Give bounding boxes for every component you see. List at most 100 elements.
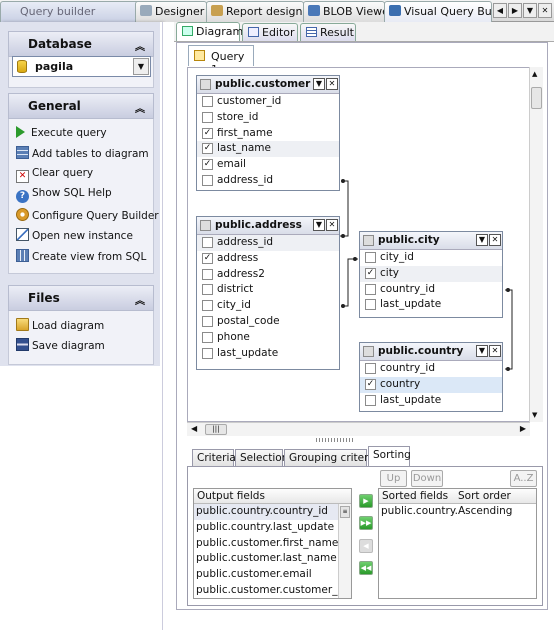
- diagram-vertical-scrollbar[interactable]: ▲ ▼: [529, 67, 543, 422]
- tab-scroll-left-button[interactable]: ◀: [493, 3, 507, 18]
- field-checkbox[interactable]: ✓: [202, 143, 213, 155]
- remove-sort-field-button[interactable]: ◀: [359, 539, 373, 553]
- scroll-down-icon[interactable]: ▼: [532, 411, 537, 419]
- load-diagram-link[interactable]: Load diagram: [16, 318, 104, 336]
- field-checkbox[interactable]: ✓: [365, 267, 376, 279]
- table-field-row[interactable]: last_update: [360, 393, 502, 409]
- field-checkbox[interactable]: [202, 331, 213, 343]
- table-field-row[interactable]: store_id: [197, 110, 339, 126]
- tab-query-1[interactable]: Query 1: [188, 45, 254, 76]
- splitter-grip-horizontal[interactable]: [316, 438, 354, 442]
- field-checkbox[interactable]: [202, 174, 213, 186]
- table-field-row[interactable]: ✓ country: [360, 376, 502, 393]
- table-header[interactable]: public.country ▼ ✕: [360, 343, 502, 361]
- field-checkbox[interactable]: [202, 284, 213, 296]
- field-checkbox[interactable]: [202, 347, 213, 359]
- add-tables-link[interactable]: Add tables to diagram: [16, 146, 149, 164]
- table-address[interactable]: public.address ▼ ✕ address_id ✓ address addre…: [196, 216, 340, 370]
- table-field-row[interactable]: phone: [197, 330, 339, 346]
- scroll-up-icon[interactable]: ▲: [532, 70, 537, 78]
- sorted-fields-list[interactable]: Sorted fieldsSort order public.country.c…: [378, 488, 537, 599]
- tab-editor[interactable]: Editor: [242, 23, 298, 41]
- database-selector[interactable]: pagila ▼: [12, 56, 151, 77]
- save-diagram-link[interactable]: Save diagram: [16, 338, 105, 356]
- select-all-checkbox[interactable]: [200, 220, 211, 231]
- close-icon[interactable]: ✕: [326, 78, 338, 90]
- table-customer[interactable]: public.customer ▼ ✕ customer_id store_id ✓ fi…: [196, 75, 340, 191]
- output-field-item[interactable]: public.country.last_update: [194, 520, 351, 536]
- field-checkbox[interactable]: [202, 315, 213, 327]
- output-field-item[interactable]: public.customer.first_name: [194, 536, 351, 552]
- scroll-thumb[interactable]: ≡: [340, 506, 350, 518]
- scroll-thumb[interactable]: [531, 87, 542, 109]
- table-field-row[interactable]: address2: [197, 267, 339, 283]
- tab-list-button[interactable]: ▼: [523, 3, 537, 18]
- field-checkbox[interactable]: [365, 299, 376, 311]
- field-checkbox[interactable]: [365, 394, 376, 406]
- general-group-header[interactable]: General ︽: [8, 93, 154, 119]
- tab-result[interactable]: Result: [300, 23, 356, 41]
- scroll-right-icon[interactable]: ▶: [520, 424, 526, 433]
- field-checkbox[interactable]: ✓: [202, 159, 213, 171]
- create-view-link[interactable]: Create view from SQL: [16, 249, 146, 267]
- field-checkbox[interactable]: ✓: [202, 252, 213, 264]
- table-field-row[interactable]: country_id: [360, 361, 502, 377]
- table-header[interactable]: public.city ▼ ✕: [360, 232, 502, 250]
- field-checkbox[interactable]: [202, 300, 213, 312]
- table-country[interactable]: public.country ▼ ✕ country_id ✓ country last_…: [359, 342, 503, 412]
- tab-criteria[interactable]: Criteria: [192, 449, 236, 466]
- scroll-thumb[interactable]: |||: [205, 424, 227, 435]
- select-all-checkbox[interactable]: [363, 235, 374, 246]
- table-field-row[interactable]: last_update: [360, 297, 502, 313]
- chevron-down-icon[interactable]: ▼: [133, 58, 149, 75]
- scroll-left-icon[interactable]: ◀: [191, 424, 197, 433]
- field-checkbox[interactable]: [202, 111, 213, 123]
- table-city[interactable]: public.city ▼ ✕ city_id ✓ city country_id last…: [359, 231, 503, 318]
- table-field-row[interactable]: ✓ first_name: [197, 126, 339, 142]
- add-sort-field-button[interactable]: ▶: [359, 494, 373, 508]
- output-field-item[interactable]: public.customer.customer_id: [194, 583, 351, 598]
- table-field-row[interactable]: address_id: [197, 173, 339, 189]
- table-field-row[interactable]: city_id: [197, 298, 339, 314]
- close-icon[interactable]: ✕: [489, 345, 501, 357]
- table-field-row[interactable]: address_id: [197, 235, 339, 251]
- table-field-row[interactable]: country_id: [360, 282, 502, 298]
- field-checkbox[interactable]: [365, 252, 376, 263]
- field-checkbox[interactable]: ✓: [202, 127, 213, 139]
- tab-blob-viewer[interactable]: BLOB Viewer: [303, 1, 385, 22]
- configure-query-builder-link[interactable]: Configure Query Builder: [16, 208, 159, 226]
- files-group-header[interactable]: Files ︽: [8, 285, 154, 311]
- field-checkbox[interactable]: [202, 268, 213, 280]
- output-field-item[interactable]: public.customer.email: [194, 567, 351, 583]
- tab-report-designer[interactable]: Report designer: [206, 1, 304, 22]
- sort-alphabetically-button[interactable]: A..Z: [510, 470, 537, 487]
- clear-query-link[interactable]: ✕ Clear query: [16, 167, 93, 185]
- output-field-item[interactable]: public.country.country_id: [194, 504, 351, 520]
- output-fields-list[interactable]: Output fields public.country.country_id p…: [193, 488, 352, 599]
- tab-designer[interactable]: Designer: [135, 1, 207, 22]
- table-field-row[interactable]: city_id: [360, 250, 502, 266]
- show-sql-help-link[interactable]: ? Show SQL Help: [16, 187, 112, 205]
- tab-scroll-right-button[interactable]: ▶: [508, 3, 522, 18]
- field-checkbox[interactable]: [365, 363, 376, 374]
- tab-visual-query-builder[interactable]: Visual Query Builder: [384, 1, 492, 23]
- field-checkbox[interactable]: [202, 96, 213, 107]
- database-group-header[interactable]: Database ︽: [8, 31, 154, 57]
- table-header[interactable]: public.address ▼ ✕: [197, 217, 339, 235]
- close-icon[interactable]: ✕: [489, 234, 501, 246]
- down-button[interactable]: Down: [411, 470, 443, 487]
- remove-all-sort-fields-button[interactable]: ◀◀: [359, 561, 373, 575]
- table-header[interactable]: public.customer ▼ ✕: [197, 76, 339, 94]
- table-field-row[interactable]: ✓ address: [197, 251, 339, 267]
- up-button[interactable]: Up: [380, 470, 407, 487]
- open-new-instance-link[interactable]: Open new instance: [16, 228, 133, 246]
- add-all-sort-fields-button[interactable]: ▶▶: [359, 516, 373, 530]
- table-menu-button[interactable]: ▼: [313, 219, 325, 231]
- table-field-row[interactable]: ✓ city: [360, 265, 502, 282]
- tab-selection[interactable]: Selection: [235, 449, 288, 466]
- table-field-row[interactable]: ✓ email: [197, 157, 339, 173]
- tab-grouping-criteria[interactable]: Grouping criteria: [284, 449, 378, 466]
- table-menu-button[interactable]: ▼: [476, 345, 488, 357]
- table-field-row[interactable]: ✓ last_name: [197, 141, 339, 158]
- table-field-row[interactable]: last_update: [197, 346, 339, 362]
